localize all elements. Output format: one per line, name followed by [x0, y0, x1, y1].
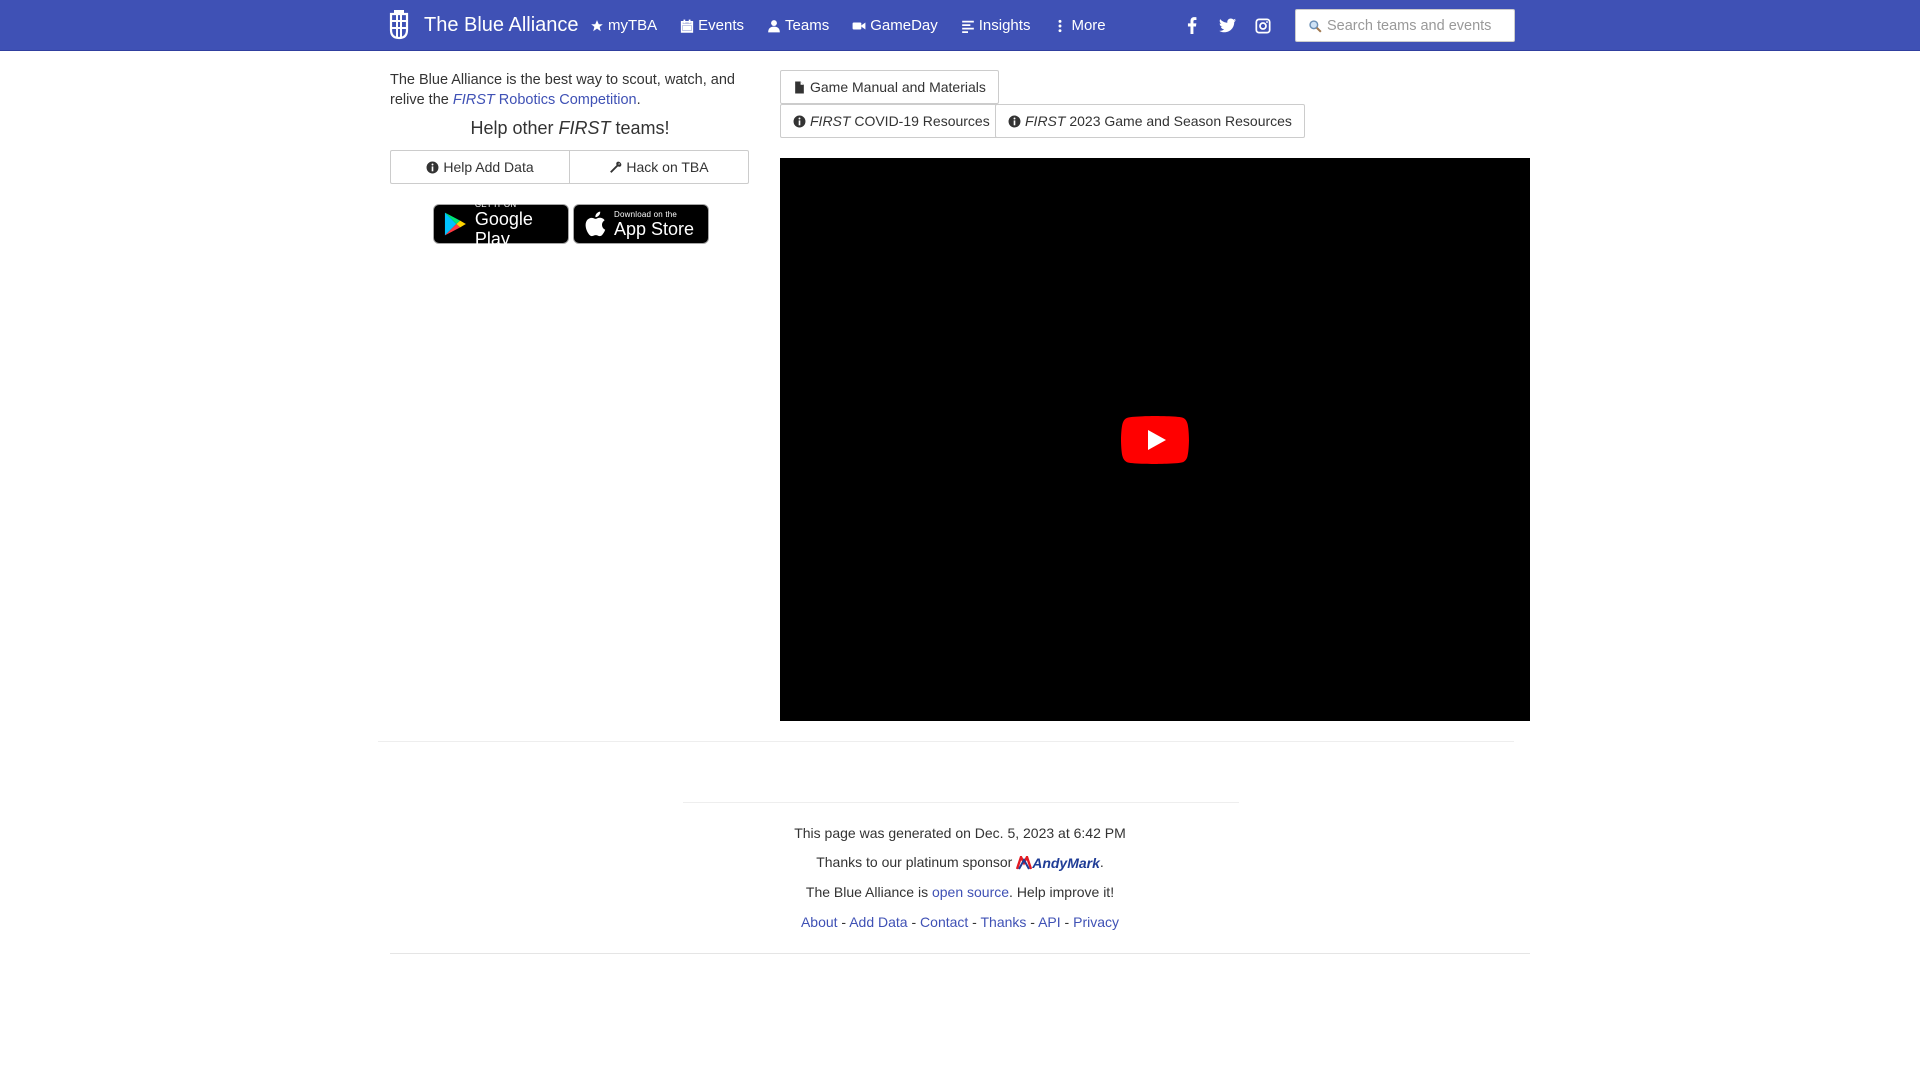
- info-circle-icon: [1008, 115, 1021, 127]
- footer-open-source: The Blue Alliance is open source. Help i…: [0, 884, 1920, 900]
- help-heading-before: Help other: [470, 118, 559, 138]
- footer-oss-before: The Blue Alliance is: [805, 884, 932, 900]
- season-resources-first: FIRST: [1025, 113, 1066, 129]
- footer-link-thanks[interactable]: Thanks: [981, 914, 1027, 930]
- nav-more-label: More: [1071, 17, 1106, 34]
- youtube-play-icon[interactable]: [1121, 416, 1189, 464]
- footer-divider: [683, 802, 1239, 803]
- instagram-link[interactable]: [1255, 0, 1271, 51]
- help-heading-first: FIRST: [558, 118, 611, 138]
- frc-link-first: FIRST: [452, 92, 495, 108]
- calendar-icon: [681, 19, 694, 33]
- nav-more[interactable]: More: [1053, 17, 1106, 34]
- search-input[interactable]: [1327, 17, 1507, 34]
- season-resources-label: 2023 Game and Season Resources: [1065, 113, 1292, 129]
- app-store-small-text: Download on the: [614, 209, 678, 219]
- footer-link-separator: -: [907, 914, 921, 930]
- footer-bottom-divider: [390, 953, 1530, 954]
- video-camera-icon: [852, 22, 866, 29]
- nav-links: myTBA Events Teams GameDay Insights More: [590, 0, 1129, 51]
- help-add-data-button[interactable]: Help Add Data: [390, 150, 569, 184]
- footer-links: About - Add Data - Contact - Thanks - AP…: [0, 914, 1920, 930]
- user-icon: [768, 19, 780, 32]
- google-play-icon: [444, 212, 466, 236]
- google-play-small-text: GET IT ON: [474, 199, 517, 209]
- footer-sponsor-text: Thanks to our platinum sponsor: [816, 854, 1017, 870]
- intro-period: .: [636, 92, 641, 108]
- help-add-data-label: Help Add Data: [443, 159, 534, 175]
- andymark-link[interactable]: AndyMark: [1016, 855, 1100, 871]
- nav-gameday-label: GameDay: [870, 17, 938, 34]
- facebook-link[interactable]: [1187, 0, 1197, 51]
- footer-sponsor-period: .: [1099, 854, 1104, 870]
- google-play-big-text: Google Play: [474, 208, 533, 249]
- hack-on-tba-label: Hack on TBA: [626, 159, 709, 175]
- nav-mytba-label: myTBA: [608, 17, 658, 34]
- game-manual-label: Game Manual and Materials: [810, 79, 986, 95]
- more-vertical-icon: [1058, 19, 1062, 32]
- google-play-badge[interactable]: GET IT ON Google Play: [433, 200, 569, 249]
- intro-text: The Blue Alliance is the best way to sco…: [390, 70, 750, 110]
- app-store-badges: GET IT ON Google Play Download on the Ap…: [433, 200, 709, 249]
- footer-link-separator: -: [1060, 914, 1074, 930]
- nav-gameday[interactable]: GameDay: [852, 17, 938, 34]
- footer-link-privacy[interactable]: Privacy: [1073, 914, 1119, 930]
- twitter-link[interactable]: [1219, 0, 1236, 51]
- brand-link[interactable]: The Blue Alliance: [388, 10, 579, 40]
- navbar: The Blue Alliance myTBA Events Teams Gam…: [0, 0, 1920, 51]
- footer-oss-after: . Help improve it!: [1009, 884, 1115, 900]
- video-player[interactable]: [780, 158, 1530, 721]
- instagram-icon: [1255, 17, 1271, 34]
- app-store-big-text: App Store: [614, 218, 695, 239]
- andymark-logo-icon: [1016, 856, 1033, 870]
- nav-teams[interactable]: Teams: [767, 17, 829, 34]
- search-box[interactable]: [1295, 9, 1515, 42]
- help-heading-after: teams!: [610, 118, 670, 138]
- insights-icon: [961, 20, 974, 33]
- footer-sponsor: Thanks to our platinum sponsor AndyMark.: [0, 854, 1920, 871]
- help-heading: Help other FIRST teams!: [390, 118, 750, 139]
- nav-teams-label: Teams: [785, 17, 830, 34]
- star-icon: [591, 19, 603, 31]
- facebook-icon: [1187, 17, 1197, 34]
- footer-link-contact[interactable]: Contact: [920, 914, 968, 930]
- footer-link-add-data[interactable]: Add Data: [849, 914, 907, 930]
- footer-link-api[interactable]: API: [1038, 914, 1061, 930]
- tba-logo-icon: [389, 10, 409, 40]
- nav-insights[interactable]: Insights: [961, 17, 1031, 34]
- content-divider: [378, 741, 1514, 742]
- nav-mytba[interactable]: myTBA: [590, 17, 657, 34]
- nav-insights-label: Insights: [978, 17, 1031, 34]
- info-circle-icon: [793, 115, 806, 127]
- nav-events[interactable]: Events: [680, 17, 744, 34]
- covid-resources-button[interactable]: FIRST COVID-19 Resources: [780, 104, 1003, 138]
- footer-generated: This page was generated on Dec. 5, 2023 …: [794, 825, 1126, 841]
- open-source-link[interactable]: open source: [932, 884, 1009, 900]
- brand-name: The Blue Alliance: [424, 13, 579, 36]
- hack-on-tba-button[interactable]: Hack on TBA: [569, 150, 749, 184]
- season-resources-button[interactable]: FIRST 2023 Game and Season Resources: [995, 104, 1305, 138]
- twitter-icon: [1219, 18, 1236, 33]
- covid-resources-label: COVID-19 Resources: [850, 113, 990, 129]
- footer-link-about[interactable]: About: [801, 914, 838, 930]
- file-icon: [795, 81, 804, 93]
- help-button-group: Help Add Data Hack on TBA: [390, 150, 749, 184]
- covid-resources-first: FIRST: [810, 113, 851, 129]
- apple-icon: [585, 211, 606, 237]
- frc-link-label: Robotics Competition: [494, 92, 637, 108]
- frc-link[interactable]: FIRST Robotics Competition: [453, 92, 637, 108]
- game-manual-button[interactable]: Game Manual and Materials: [780, 70, 999, 104]
- info-circle-icon: [426, 161, 439, 173]
- search-icon: [1309, 19, 1322, 33]
- andymark-name: AndyMark: [1032, 855, 1100, 872]
- nav-events-label: Events: [698, 17, 745, 34]
- footer-link-separator: -: [968, 914, 981, 930]
- footer-link-separator: -: [837, 914, 850, 930]
- app-store-badge[interactable]: Download on the App Store: [573, 204, 709, 244]
- footer-link-separator: -: [1026, 914, 1039, 930]
- wrench-icon: [610, 161, 622, 173]
